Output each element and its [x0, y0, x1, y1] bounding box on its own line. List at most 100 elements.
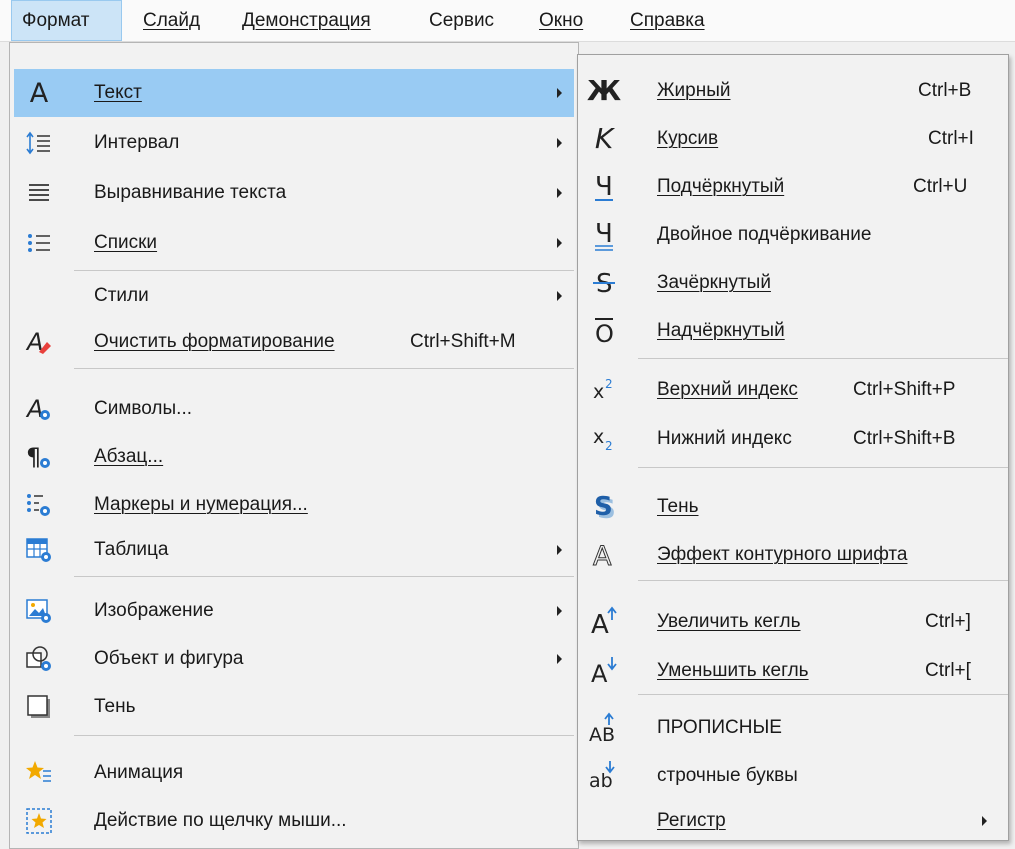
submenu-separator — [638, 358, 1008, 359]
menu-item-label: Маркеры и нумерация... — [94, 494, 308, 515]
submenu-item-outline-font[interactable]: A Эффект контурного шрифта — [580, 531, 1006, 579]
submenu-item-bold[interactable]: Ж Жирный Ctrl+B — [580, 67, 1006, 115]
submenu-item-label: Двойное подчёркивание — [657, 224, 872, 245]
text-shadow-icon: SS — [587, 490, 621, 524]
menu-item-styles[interactable]: Стили — [14, 272, 574, 320]
menu-item-label: Очистить форматирование — [94, 331, 335, 352]
menu-presentation-label: Демонстрация — [242, 10, 371, 31]
submenu-item-lowercase[interactable]: ab строчные буквы — [580, 752, 1006, 800]
submenu-item-shortcut: Ctrl+] — [925, 611, 971, 632]
submenu-separator — [638, 580, 1008, 581]
menu-item-align-text[interactable]: Выравнивание текста — [14, 169, 574, 217]
submenu-item-text-shadow[interactable]: SS Тень — [580, 483, 1006, 531]
submenu-item-shrink-font[interactable]: A Уменьшить кегль Ctrl+[ — [580, 647, 1006, 695]
submenu-item-subscript[interactable]: x2 Нижний индекс Ctrl+Shift+B — [580, 415, 1006, 463]
line-spacing-icon — [22, 126, 56, 160]
submenu-item-grow-font[interactable]: A Увеличить кегль Ctrl+] — [580, 598, 1006, 646]
submenu-item-strikethrough[interactable]: S Зачёркнутый — [580, 259, 1006, 307]
menu-format[interactable]: Формат — [11, 0, 122, 41]
menu-item-text[interactable]: A Текст — [14, 69, 574, 117]
menu-window[interactable]: Окно — [529, 0, 593, 41]
menu-item-characters[interactable]: A Символы... — [14, 385, 574, 433]
subscript-icon: x2 — [587, 422, 621, 456]
menu-item-animation[interactable]: Анимация — [14, 749, 574, 797]
menu-tools[interactable]: Сервис — [419, 0, 504, 41]
uppercase-icon: AB — [587, 711, 621, 745]
submenu-item-label: Зачёркнутый — [657, 272, 771, 293]
format-menu: A Текст Интервал Выравнивание текста Спи… — [9, 42, 579, 849]
submenu-item-italic[interactable]: K Курсив Ctrl+I — [580, 115, 1006, 163]
bullets-numbering-icon — [22, 488, 56, 522]
text-submenu: Ж Жирный Ctrl+B K Курсив Ctrl+I Ч Подчёр… — [577, 54, 1009, 841]
menu-item-image[interactable]: Изображение — [14, 587, 574, 635]
italic-icon: K — [594, 122, 614, 155]
menu-help-label: Справка — [630, 10, 705, 31]
menu-help[interactable]: Справка — [620, 0, 715, 41]
outline-font-icon: A — [587, 538, 621, 572]
svg-text:Ч: Ч — [595, 219, 613, 249]
grow-font-icon: A — [587, 605, 621, 639]
menu-item-label: Стили — [94, 285, 149, 306]
submenu-arrow-icon — [557, 188, 562, 198]
menu-item-paragraph[interactable]: ¶ Абзац... — [14, 433, 574, 481]
menu-item-label: Действие по щелчку мыши... — [94, 810, 347, 831]
table-icon — [22, 533, 56, 567]
submenu-item-label: Нижний индекс — [657, 428, 792, 449]
submenu-item-label: Верхний индекс — [657, 379, 798, 400]
menu-item-shadow[interactable]: Тень — [14, 683, 574, 731]
submenu-item-label: Увеличить кегль — [657, 611, 801, 632]
submenu-item-label: Регистр — [657, 810, 726, 831]
click-action-icon — [22, 804, 56, 838]
submenu-arrow-icon — [557, 654, 562, 664]
menu-item-label: Объект и фигура — [94, 648, 244, 669]
submenu-item-underline[interactable]: Ч Подчёркнутый Ctrl+U — [580, 163, 1006, 211]
menu-separator — [74, 368, 574, 369]
menubar: Формат Слайд Демонстрация Сервис Окно Сп… — [0, 0, 1015, 42]
menu-item-label: Интервал — [94, 132, 180, 153]
lowercase-icon: ab — [587, 759, 621, 793]
submenu-item-double-underline[interactable]: Ч Двойное подчёркивание — [580, 211, 1006, 259]
superscript-icon: x2 — [587, 373, 621, 407]
svg-text:Ч: Ч — [595, 172, 613, 202]
menu-item-spacing[interactable]: Интервал — [14, 119, 574, 167]
menu-item-label: Выравнивание текста — [94, 182, 287, 203]
svg-text:2: 2 — [605, 377, 613, 391]
clear-formatting-icon: A — [22, 325, 56, 359]
animation-icon — [22, 756, 56, 790]
menu-window-label: Окно — [539, 10, 584, 31]
svg-text:2: 2 — [605, 439, 613, 453]
svg-text:O: O — [595, 320, 614, 347]
menu-item-label: Изображение — [94, 600, 214, 621]
submenu-item-case[interactable]: Регистр — [580, 797, 1006, 845]
menu-item-bullets-numbering[interactable]: Маркеры и нумерация... — [14, 481, 574, 529]
menu-item-clear-formatting[interactable]: A Очистить форматирование Ctrl+Shift+M — [14, 318, 574, 366]
submenu-item-shortcut: Ctrl+Shift+B — [853, 428, 956, 449]
menu-separator — [74, 270, 574, 271]
strikethrough-icon: S — [587, 266, 621, 300]
text-icon: A — [29, 77, 49, 109]
svg-text:S: S — [594, 492, 613, 522]
menu-format-label: Формат — [22, 10, 90, 31]
menu-item-lists[interactable]: Списки — [14, 219, 574, 267]
menu-slide[interactable]: Слайд — [133, 0, 210, 41]
menu-presentation[interactable]: Демонстрация — [232, 0, 381, 41]
submenu-item-superscript[interactable]: x2 Верхний индекс Ctrl+Shift+P — [580, 366, 1006, 414]
menu-item-label: Анимация — [94, 762, 184, 783]
submenu-separator — [638, 694, 1008, 695]
double-underline-icon: Ч — [587, 218, 621, 252]
submenu-item-label: Уменьшить кегль — [657, 660, 809, 681]
menu-item-table[interactable]: Таблица — [14, 526, 574, 574]
submenu-item-label: строчные буквы — [657, 765, 798, 786]
submenu-item-overline[interactable]: O Надчёркнутый — [580, 307, 1006, 355]
submenu-item-uppercase[interactable]: AB ПРОПИСНЫЕ — [580, 704, 1006, 752]
submenu-item-shortcut: Ctrl+B — [918, 80, 972, 101]
menu-item-object-shape[interactable]: Объект и фигура — [14, 635, 574, 683]
svg-text:¶: ¶ — [26, 443, 41, 471]
menu-item-click-action[interactable]: Действие по щелчку мыши... — [14, 797, 574, 845]
submenu-item-label: Тень — [657, 496, 699, 517]
align-text-icon — [22, 176, 56, 210]
paragraph-icon: ¶ — [22, 440, 56, 474]
submenu-item-shortcut: Ctrl+[ — [925, 660, 971, 681]
submenu-arrow-icon — [557, 291, 562, 301]
overline-icon: O — [587, 314, 621, 348]
